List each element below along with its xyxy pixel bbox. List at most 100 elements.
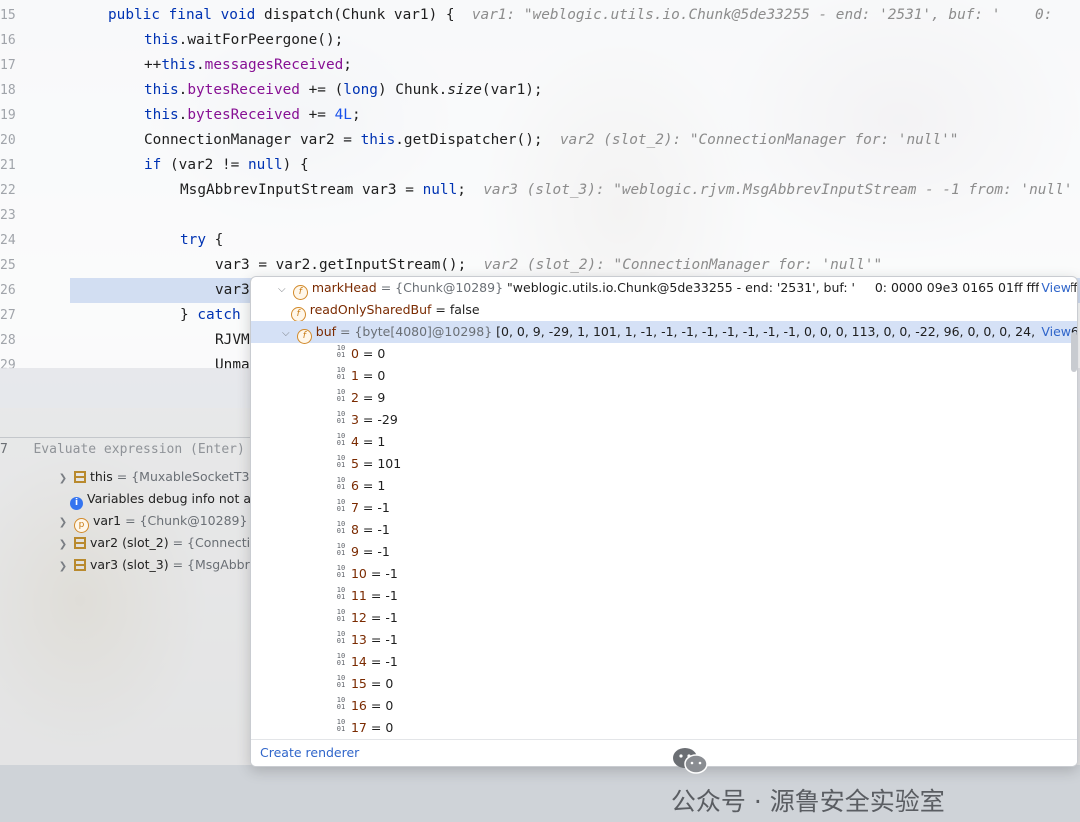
array-element-row[interactable]: 10 01 0 = 0 <box>251 343 1077 365</box>
collapse-chevron-icon[interactable]: ⌵ <box>279 323 293 345</box>
binary-value-icon: 10 01 <box>336 608 346 623</box>
line-number: 18 <box>0 83 16 98</box>
equals-sign: = <box>358 478 378 493</box>
view-link[interactable]: View <box>1039 277 1071 299</box>
array-element: 10 01 9 = -1 <box>335 541 390 563</box>
variable-row-var1[interactable]: ❯ p var1 = {Chunk@10289} "web <box>56 510 283 534</box>
variable-name: var2 (slot_2) <box>89 535 169 550</box>
code-token: += ( <box>299 82 344 98</box>
element-value: -1 <box>377 544 390 559</box>
code-text: } catch <box>180 303 241 328</box>
parameter-icon: p <box>73 518 89 533</box>
equals-sign: = <box>366 632 386 647</box>
array-element-row[interactable]: 10 01 5 = 101 <box>251 453 1077 475</box>
array-element-row[interactable]: 10 01 13 = -1 <box>251 629 1077 651</box>
array-element-row[interactable]: 10 01 15 = 0 <box>251 673 1077 695</box>
element-value: 0 <box>385 698 394 713</box>
binary-value-icon: 10 01 <box>336 542 346 557</box>
binary-value-icon: 10 01 <box>336 498 346 513</box>
code-line[interactable]: 19 this.bytesReceived += 4L; <box>0 103 1080 128</box>
array-element-row[interactable]: 10 01 11 = -1 <box>251 585 1077 607</box>
popup-row-markhead[interactable]: ⌵ f markHead = {Chunk@10289} "weblogic.u… <box>251 277 1077 301</box>
code-token: bytesReceived <box>187 82 300 98</box>
element-index: 5 <box>350 456 359 471</box>
field-type: = <box>431 302 450 317</box>
code-token: RJVM <box>215 332 250 348</box>
popup-row-buf[interactable]: ⌵ f buf = {byte[4080]@10298} [0, 0, 9, -… <box>251 321 1077 345</box>
array-element-row[interactable]: 10 01 8 = -1 <box>251 519 1077 541</box>
code-text: this.bytesReceived += 4L; <box>144 103 361 128</box>
variable-row-var2[interactable]: ❯ var2 (slot_2) = {Connection <box>56 532 266 554</box>
inline-value-hint: var2 (slot_2): "ConnectionManager for: '… <box>483 257 883 273</box>
expand-chevron-icon[interactable]: ❯ <box>56 556 70 578</box>
code-line[interactable]: 20 ConnectionManager var2 = this.getDispa… <box>0 128 1080 153</box>
variable-row-var3[interactable]: ❯ var3 (slot_3) = {MsgAbbrevI <box>56 554 268 576</box>
code-line[interactable]: 24 try { <box>0 228 1080 253</box>
view-link[interactable]: View <box>1039 321 1071 343</box>
stack-icon <box>73 537 86 549</box>
evaluate-expression-input[interactable]: Evaluate expression (Enter) <box>33 442 244 457</box>
array-element: 10 01 12 = -1 <box>335 607 398 629</box>
stack-icon <box>73 471 86 483</box>
array-element-row[interactable]: 10 01 6 = 1 <box>251 475 1077 497</box>
code-token: .waitForPeergone(); <box>178 32 344 48</box>
element-index: 3 <box>350 412 359 427</box>
field-icon: f <box>290 307 306 322</box>
binary-value-icon: 10 01 <box>336 476 346 491</box>
create-renderer-link[interactable]: Create renderer <box>260 745 359 760</box>
variable-row-this[interactable]: ❯ this = {MuxableSocketT3$T3 <box>56 466 273 488</box>
expand-chevron-icon[interactable]: ❯ <box>56 468 70 490</box>
array-element: 10 01 5 = 101 <box>335 453 401 475</box>
element-value: -1 <box>385 632 398 647</box>
code-line[interactable]: 25 var3 = var2.getInputStream(); var2 (sl… <box>0 253 1080 278</box>
expand-chevron-icon[interactable]: ❯ <box>56 512 70 534</box>
code-line[interactable]: 21 if (var2 != null) { <box>0 153 1080 178</box>
code-line[interactable]: 15 public final void dispatch(Chunk var1)… <box>0 3 1080 28</box>
watermark-text: 公众号 · 源鲁安全实验室 <box>670 787 945 816</box>
code-text: var3 <box>215 278 250 303</box>
equals-sign: = <box>358 346 378 361</box>
field-value: false <box>449 302 480 317</box>
popup-scrollbar[interactable] <box>1071 332 1077 372</box>
code-text: public final void dispatch(Chunk var1) {… <box>108 3 1052 28</box>
binary-value-icon: 10 01 <box>336 564 346 579</box>
code-token: messagesReceived <box>204 57 344 73</box>
evaluate-expression-bar[interactable]: 7 Evaluate expression (Enter) <box>0 437 260 462</box>
array-element-row[interactable]: 10 01 10 = -1 <box>251 563 1077 585</box>
array-element-row[interactable]: 10 01 12 = -1 <box>251 607 1077 629</box>
code-text: ConnectionManager var2 = this.getDispatc… <box>144 128 958 153</box>
binary-value-icon: 10 01 <box>336 366 346 381</box>
array-element-row[interactable]: 10 01 4 = 1 <box>251 431 1077 453</box>
expand-chevron-icon[interactable]: ❯ <box>56 534 70 556</box>
code-token: += <box>299 107 335 123</box>
line-number: 22 <box>0 183 16 198</box>
line-number: 26 <box>0 283 16 298</box>
code-line[interactable]: 16 this.waitForPeergone(); <box>0 28 1080 53</box>
code-line[interactable]: 22 MsgAbbrevInputStream var3 = null; var3… <box>0 178 1080 203</box>
array-element-row[interactable]: 10 01 1 = 0 <box>251 365 1077 387</box>
equals-sign: = <box>366 588 386 603</box>
variable-name: var3 (slot_3) <box>89 557 169 572</box>
array-element-row[interactable]: 10 01 3 = -29 <box>251 409 1077 431</box>
array-element-row[interactable]: 10 01 7 = -1 <box>251 497 1077 519</box>
element-value: -1 <box>385 566 398 581</box>
expand-chevron-icon[interactable]: ⌵ <box>275 279 289 301</box>
popup-row-readonlysharedbuf[interactable]: f readOnlySharedBuf = false <box>251 299 1077 322</box>
binary-value-icon: 10 01 <box>336 586 346 601</box>
code-token: ; <box>343 57 352 73</box>
code-line[interactable]: 17 ++this.messagesReceived; <box>0 53 1080 78</box>
debug-value-popup[interactable]: ⌵ f markHead = {Chunk@10289} "weblogic.u… <box>250 276 1078 767</box>
element-index: 6 <box>350 478 359 493</box>
equals-sign: = <box>358 434 378 449</box>
element-value: 9 <box>377 390 386 405</box>
variable-row-info: i Variables debug info not ava <box>70 488 266 510</box>
element-value: 101 <box>377 456 402 471</box>
element-index: 13 <box>350 632 367 647</box>
code-line[interactable]: 18 this.bytesReceived += (long) Chunk.siz… <box>0 78 1080 103</box>
element-value: 0 <box>377 346 386 361</box>
array-element-row[interactable]: 10 01 9 = -1 <box>251 541 1077 563</box>
array-element-row[interactable]: 10 01 14 = -1 <box>251 651 1077 673</box>
element-index: 11 <box>350 588 367 603</box>
array-element-row[interactable]: 10 01 2 = 9 <box>251 387 1077 409</box>
code-line[interactable]: 23 <box>0 203 1080 228</box>
